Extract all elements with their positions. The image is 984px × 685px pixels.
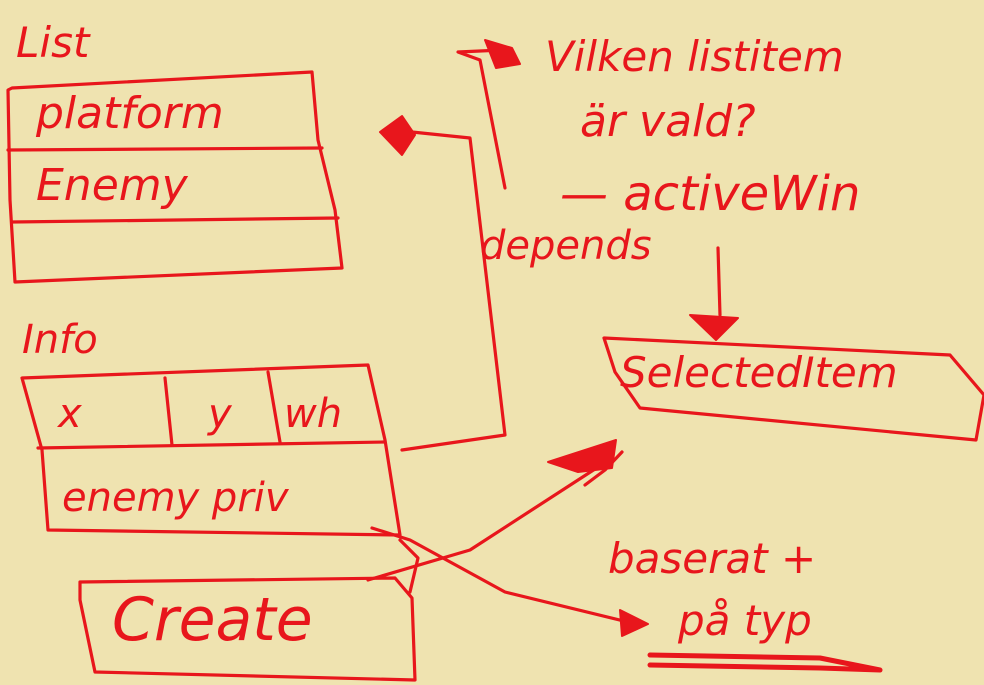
- selected-item-label: SelectedItem: [620, 348, 898, 397]
- based-underline: [647, 652, 883, 673]
- info-col-y: y: [208, 391, 232, 437]
- sketch-canvas: List platform Enemy Info x y wh enemy pr…: [0, 0, 984, 685]
- create-label[interactable]: Create: [112, 590, 313, 650]
- info-row-divider: [36, 440, 387, 450]
- list-item-platform: platform: [36, 88, 224, 139]
- active-win-label: — activeWin: [560, 166, 861, 222]
- info-to-list-connector: [400, 130, 507, 452]
- question-line-2: är vald?: [580, 96, 756, 147]
- list-row-divider-2: [10, 216, 340, 224]
- list-item-enemy: Enemy: [36, 160, 188, 211]
- info-col-divider-2: [266, 370, 282, 444]
- info-detail: enemy priv: [62, 475, 289, 521]
- info-col-x: x: [58, 391, 82, 437]
- priv-crossing-stroke: [398, 538, 420, 594]
- question-line-1: Vilken listitem: [545, 32, 844, 81]
- priv-to-based-arrowhead: [619, 609, 649, 637]
- question-bracket: [456, 48, 507, 190]
- question-arrowhead: [484, 39, 521, 69]
- info-title: Info: [22, 317, 98, 363]
- list-arrowhead: [379, 115, 416, 156]
- info-col-divider-1: [163, 376, 174, 447]
- based-line-1: baserat +: [608, 534, 817, 583]
- depends-label: depends: [480, 223, 652, 269]
- activewin-arrow-shaft: [716, 246, 722, 317]
- based-line-2: på typ: [678, 596, 812, 645]
- list-title: List: [16, 18, 90, 67]
- list-row-divider-1: [6, 146, 324, 152]
- activewin-arrowhead: [689, 314, 739, 341]
- create-to-selected-arrow: [366, 456, 614, 582]
- info-col-wh: wh: [284, 391, 343, 437]
